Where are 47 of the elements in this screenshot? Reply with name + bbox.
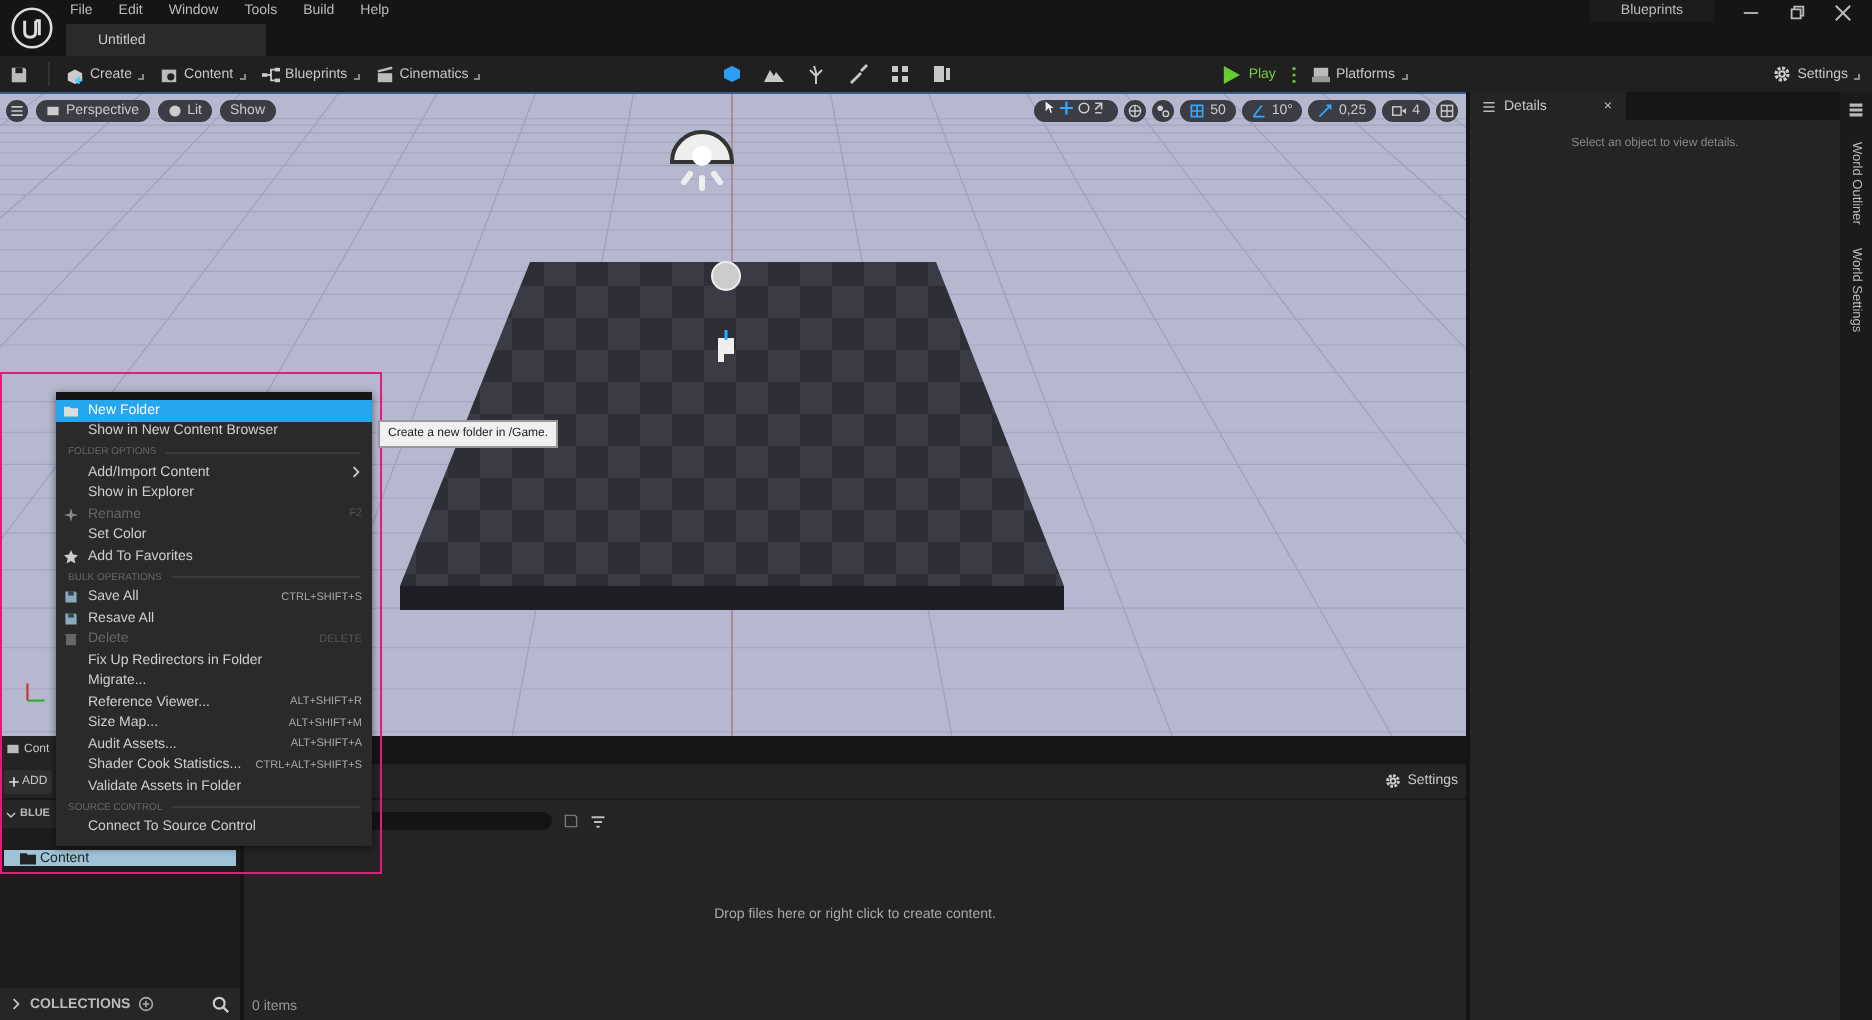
panel-icon[interactable] (930, 62, 955, 86)
folder-icon (64, 403, 78, 418)
cube-icon[interactable] (720, 62, 745, 86)
search-icon[interactable] (212, 995, 230, 1013)
add-icon[interactable] (138, 996, 155, 1012)
brush-icon[interactable] (846, 62, 871, 86)
play-icon (1222, 65, 1241, 83)
chevron-icon (350, 466, 362, 479)
video-camera-icon (1392, 104, 1407, 118)
camera-icon (46, 104, 60, 118)
close-icon[interactable] (1834, 4, 1852, 22)
player-start-icon[interactable] (718, 330, 734, 362)
monitor-icon (1311, 65, 1330, 83)
axis-gizmo-icon (24, 680, 48, 704)
tiles-icon[interactable] (888, 62, 913, 86)
save-icon (64, 590, 78, 605)
folder-icon (6, 742, 20, 756)
filter-icon[interactable] (590, 813, 606, 829)
sliders-icon (1482, 99, 1496, 113)
angle-icon (1251, 104, 1266, 118)
engine-logo-icon[interactable] (10, 6, 54, 50)
node-graph-icon (261, 65, 280, 83)
trash-icon (64, 632, 78, 647)
cube-plus-icon (66, 65, 84, 83)
more-options-icon[interactable] (1291, 65, 1296, 83)
settings-icon (1771, 64, 1792, 84)
save-icon[interactable] (10, 65, 28, 83)
settings-icon (1383, 772, 1402, 790)
sphere-icon[interactable] (711, 261, 741, 291)
folder-icon (20, 850, 36, 866)
transform-tools[interactable] (1034, 100, 1119, 122)
save-icon (64, 611, 78, 626)
restore-icon[interactable] (1788, 4, 1806, 22)
sky-light-icon[interactable] (670, 130, 734, 191)
chevron-icon[interactable] (6, 809, 16, 819)
clapperboard-icon (375, 65, 394, 83)
plant-icon[interactable] (804, 62, 829, 86)
save-icon[interactable] (564, 814, 578, 828)
list-icon[interactable] (1848, 102, 1864, 118)
star-icon (64, 549, 78, 564)
diagonal-arrow-icon (1318, 104, 1333, 118)
sphere-icon (167, 104, 182, 118)
grid-icon (1190, 104, 1205, 118)
folder-icon (160, 65, 179, 83)
plus-icon (8, 775, 20, 787)
chevron-icon[interactable] (10, 998, 22, 1010)
sparkle-icon (64, 507, 78, 522)
